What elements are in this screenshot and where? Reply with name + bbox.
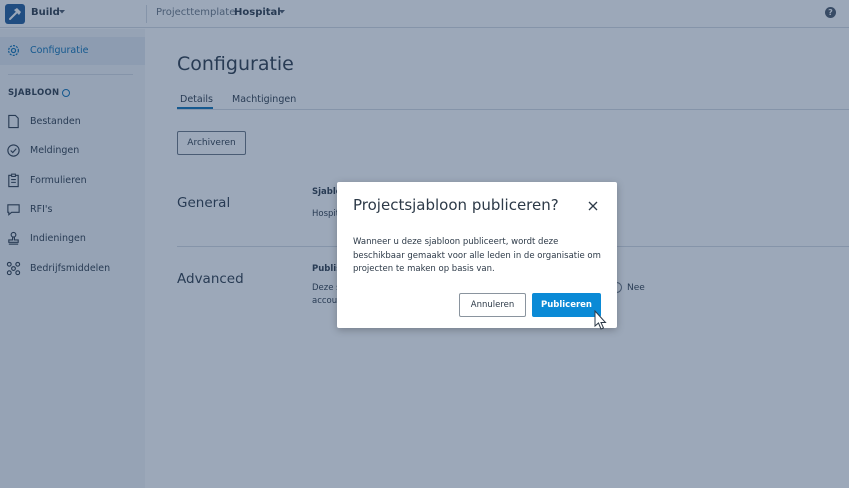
publish-dialog: Projectsjabloon publiceren? Wanneer u de… bbox=[337, 182, 617, 328]
dialog-message: Wanneer u deze sjabloon publiceert, word… bbox=[353, 237, 601, 274]
close-icon[interactable] bbox=[587, 200, 599, 212]
dialog-title: Projectsjabloon publiceren? bbox=[353, 196, 559, 214]
publish-button[interactable]: Publiceren bbox=[532, 293, 601, 317]
cancel-button[interactable]: Annuleren bbox=[459, 293, 526, 317]
mouse-cursor-icon bbox=[594, 310, 607, 330]
